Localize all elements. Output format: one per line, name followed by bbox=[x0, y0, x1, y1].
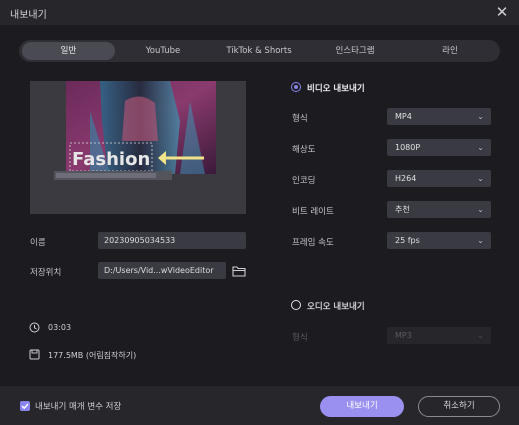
encoding-label: 인코딩 bbox=[292, 176, 316, 186]
chevron-down-icon: ⌄ bbox=[477, 174, 484, 183]
resolution-label: 해상도 bbox=[292, 145, 316, 155]
bitrate-label: 비트 레이트 bbox=[292, 207, 334, 217]
export-button[interactable]: 내보내기 bbox=[320, 396, 404, 417]
close-icon[interactable]: ✕ bbox=[493, 3, 511, 21]
file-size-text: 177.5MB (어림짐작하기) bbox=[48, 351, 137, 360]
cancel-button[interactable]: 취소하기 bbox=[418, 396, 500, 417]
tab-instagram[interactable]: 인스타그램 bbox=[309, 42, 401, 60]
save-params-label: 내보내기 매개 변수 저장 bbox=[35, 402, 122, 412]
save-params-checkbox[interactable] bbox=[20, 401, 30, 411]
chevron-down-icon: ⌄ bbox=[477, 205, 484, 214]
chevron-down-icon: ⌄ bbox=[477, 236, 484, 245]
resolution-select[interactable]: 1080P ⌄ bbox=[387, 139, 491, 156]
chevron-down-icon: ⌄ bbox=[477, 112, 484, 121]
video-preview: Fashion bbox=[30, 81, 246, 214]
audio-format-value: MP3 bbox=[395, 331, 412, 340]
checkmark-icon bbox=[21, 403, 29, 410]
chevron-down-icon: ⌄ bbox=[477, 143, 484, 152]
audio-format-select: MP3 ⌄ bbox=[387, 327, 491, 344]
preview-thumbnail: Fashion bbox=[30, 81, 246, 214]
video-export-radio[interactable] bbox=[291, 82, 301, 92]
clock-icon bbox=[29, 322, 40, 333]
framerate-select[interactable]: 25 fps ⌄ bbox=[387, 232, 491, 249]
folder-icon[interactable] bbox=[232, 265, 246, 277]
format-value: MP4 bbox=[395, 112, 412, 121]
tab-line[interactable]: 라인 bbox=[403, 42, 497, 60]
audio-format-label: 형식 bbox=[292, 333, 308, 343]
encoding-select[interactable]: H264 ⌄ bbox=[387, 170, 491, 187]
format-label: 형식 bbox=[292, 114, 308, 124]
audio-export-radio[interactable] bbox=[291, 300, 301, 310]
tab-bar: 일반 YouTube TikTok & Shorts 인스타그램 라인 bbox=[19, 40, 500, 62]
bitrate-value: 추천 bbox=[395, 205, 410, 214]
name-label: 이름 bbox=[30, 238, 46, 248]
resolution-value: 1080P bbox=[395, 143, 421, 152]
bitrate-select[interactable]: 추천 ⌄ bbox=[387, 201, 491, 218]
framerate-value: 25 fps bbox=[395, 236, 420, 245]
video-export-title: 비디오 내보내기 bbox=[307, 84, 365, 94]
tab-youtube[interactable]: YouTube bbox=[117, 42, 209, 60]
audio-export-title: 오디오 내보내기 bbox=[307, 302, 365, 312]
tab-tiktok-shorts[interactable]: TikTok & Shorts bbox=[211, 42, 307, 60]
name-input[interactable]: 20230905034533 bbox=[98, 232, 246, 249]
storage-icon bbox=[29, 349, 40, 360]
encoding-value: H264 bbox=[395, 174, 417, 183]
framerate-label: 프레임 속도 bbox=[292, 238, 334, 248]
tab-general[interactable]: 일반 bbox=[22, 42, 115, 60]
save-location-label: 저장위치 bbox=[30, 268, 62, 278]
title-bar: 내보내기 ✕ bbox=[0, 0, 519, 25]
format-select[interactable]: MP4 ⌄ bbox=[387, 108, 491, 125]
save-location-input[interactable]: D:/Users/Vid...wVideoEditor bbox=[98, 262, 226, 279]
preview-overlay-text: Fashion bbox=[72, 149, 150, 170]
chevron-down-icon: ⌄ bbox=[477, 331, 484, 340]
window-title: 내보내기 bbox=[10, 10, 47, 21]
duration-text: 03:03 bbox=[48, 323, 72, 332]
